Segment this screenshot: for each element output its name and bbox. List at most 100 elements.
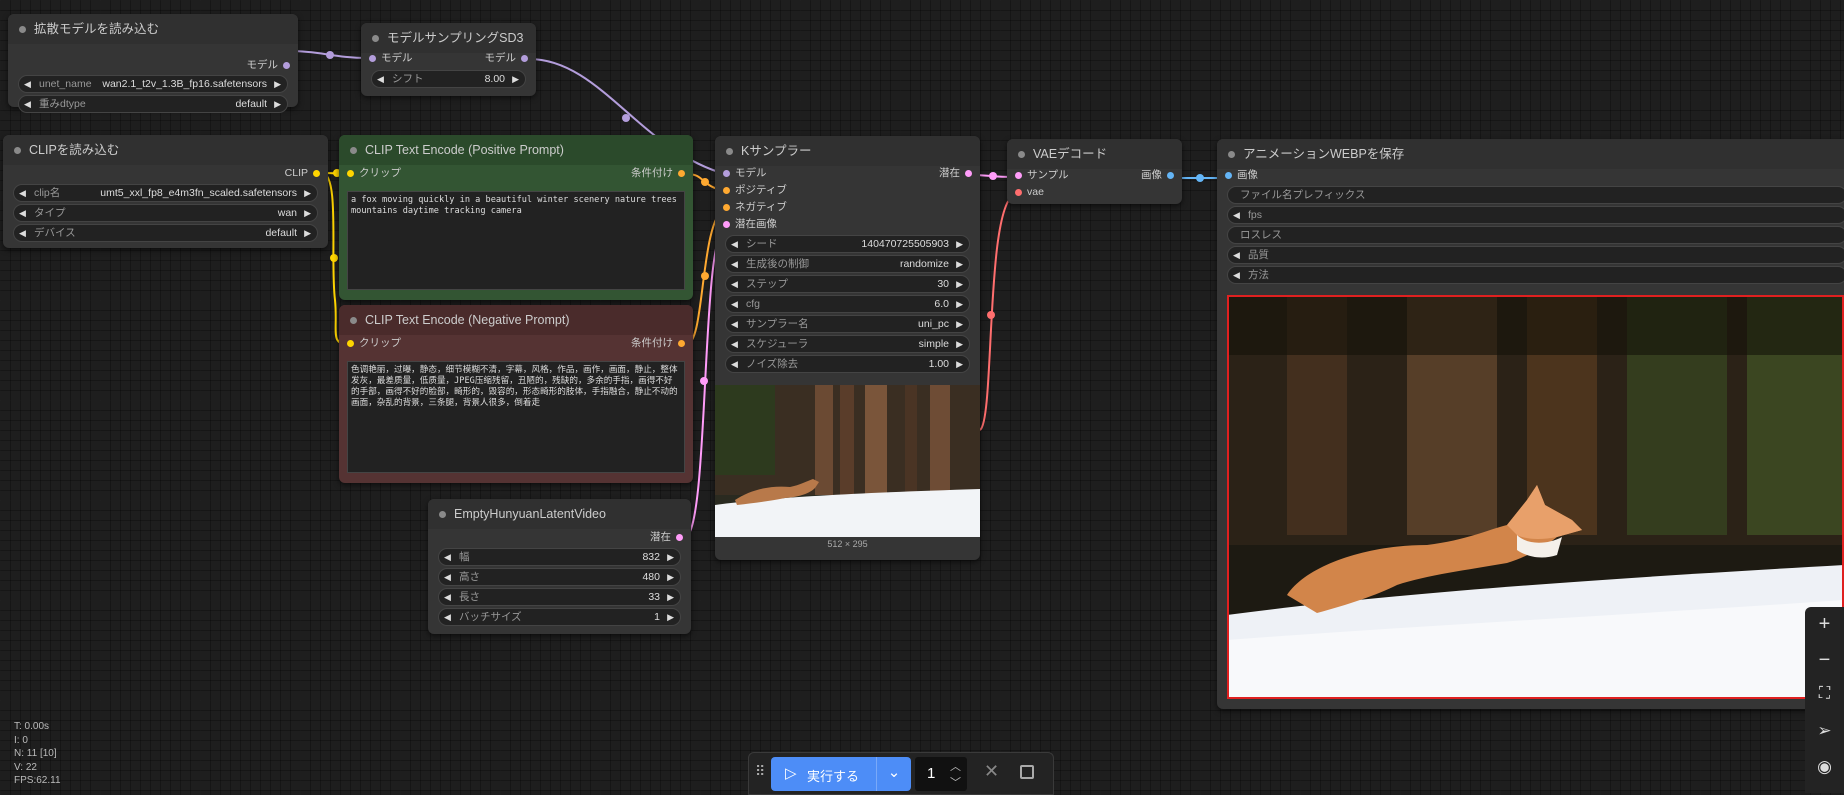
seed-widget[interactable]: ◀ シード 140470725505903 ▶ [725,235,970,253]
arrow-left-icon[interactable]: ◀ [444,549,451,565]
arrow-right-icon[interactable]: ▶ [956,276,963,292]
arrow-left-icon[interactable]: ◀ [1233,207,1240,223]
unet-name-widget[interactable]: ◀ unet_name wan2.1_t2v_1.3B_fp16.safetenso… [18,75,288,93]
filename-prefix-widget[interactable]: ファイル名プレフィックス [1227,186,1844,204]
output-conditioning[interactable]: 条件付け [631,165,685,182]
control-after-generate-widget[interactable]: ◀ 生成後の制御 randomize ▶ [725,255,970,273]
fps-widget[interactable]: ◀ fps [1227,206,1844,224]
arrow-right-icon[interactable]: ▶ [667,549,674,565]
arrow-right-icon[interactable]: ▶ [956,236,963,252]
latent-input-dot[interactable] [723,221,730,228]
arrow-left-icon[interactable]: ◀ [731,236,738,252]
arrow-left-icon[interactable]: ◀ [731,316,738,332]
length-widget[interactable]: ◀ 長さ 33 ▶ [438,588,681,606]
arrow-right-icon[interactable]: ▶ [956,256,963,272]
eye-icon[interactable]: ◉ [1805,757,1844,777]
node-clip-text-encode-negative[interactable]: CLIP Text Encode (Negative Prompt) クリップ … [339,305,693,483]
positive-prompt-textarea[interactable]: a fox moving quickly in a beautiful wint… [347,191,685,290]
arrow-left-icon[interactable]: ◀ [24,96,31,112]
method-widget[interactable]: ◀ 方法 [1227,266,1844,284]
clip-input-dot[interactable] [347,340,354,347]
lossless-widget[interactable]: ロスレス [1227,226,1844,244]
quality-widget[interactable]: ◀ 品質 [1227,246,1844,264]
node-save-animated-webp[interactable]: アニメーションWEBPを保存 画像 ファイル名プレフィックス ◀ fps ロスレス… [1217,139,1844,709]
sampler-name-widget[interactable]: ◀ サンプラー名 uni_pc ▶ [725,315,970,333]
node-title[interactable]: モデルサンプリングSD3 [361,23,536,53]
arrow-right-icon[interactable]: ▶ [956,296,963,312]
clip-input-dot[interactable] [347,170,354,177]
arrow-right-icon[interactable]: ▶ [304,205,311,221]
arrow-right-icon[interactable]: ▶ [956,336,963,352]
increment-icon[interactable]: ︿ [950,758,961,774]
negative-prompt-textarea[interactable]: 色调艳丽，过曝，静态，细节模糊不清，字幕，风格，作品，画作，画面，静止，整体发灰… [347,361,685,473]
input-model[interactable]: モデル [369,50,413,67]
arrow-left-icon[interactable]: ◀ [377,71,384,87]
node-title[interactable]: アニメーションWEBPを保存 [1217,139,1844,169]
input-vae[interactable]: vae [1015,184,1044,201]
shift-widget[interactable]: ◀ シフト 8.00 ▶ [371,70,526,88]
zoom-out-icon[interactable]: − [1805,649,1844,672]
arrow-left-icon[interactable]: ◀ [731,296,738,312]
latent-output-dot[interactable] [965,170,972,177]
device-widget[interactable]: ◀ デバイス default ▶ [13,224,318,242]
arrow-left-icon[interactable]: ◀ [731,336,738,352]
positive-input-dot[interactable] [723,187,730,194]
model-input-dot[interactable] [723,170,730,177]
dtype-widget[interactable]: ◀ 重みdtype default ▶ [18,95,288,113]
input-clip[interactable]: クリップ [347,165,401,182]
navigate-icon[interactable]: ➢ [1805,721,1844,741]
arrow-right-icon[interactable]: ▶ [274,96,281,112]
cond-output-dot[interactable] [678,170,685,177]
fit-view-icon[interactable]: ⛶ [1805,685,1844,703]
scheduler-widget[interactable]: ◀ スケジューラ simple ▶ [725,335,970,353]
node-empty-hunyuan-latent-video[interactable]: EmptyHunyuanLatentVideo 潜在 ◀ 幅 832 ▶ ◀ 高さ 480… [428,499,691,634]
input-samples[interactable]: サンプル [1015,167,1069,184]
arrow-left-icon[interactable]: ◀ [19,225,26,241]
arrow-right-icon[interactable]: ▶ [304,225,311,241]
input-positive[interactable]: ポジティブ [723,182,787,199]
arrow-left-icon[interactable]: ◀ [1233,267,1240,283]
node-title[interactable]: CLIP Text Encode (Positive Prompt) [339,135,693,165]
arrow-left-icon[interactable]: ◀ [1233,247,1240,263]
node-title[interactable]: EmptyHunyuanLatentVideo [428,499,691,529]
arrow-right-icon[interactable]: ▶ [667,589,674,605]
node-ksampler[interactable]: Kサンプラー モデル 潜在 ポジティブ ネガティブ 潜在画像 ◀ シード 14047… [715,136,980,560]
arrow-left-icon[interactable]: ◀ [731,356,738,372]
output-latent[interactable]: 潜在 [939,165,972,182]
output-model[interactable]: モデル [485,50,528,67]
input-negative[interactable]: ネガティブ [723,199,787,216]
arrow-right-icon[interactable]: ▶ [956,356,963,372]
node-title[interactable]: VAEデコード [1007,139,1182,169]
arrow-left-icon[interactable]: ◀ [444,609,451,625]
node-title[interactable]: Kサンプラー [715,136,980,166]
arrow-right-icon[interactable]: ▶ [512,71,519,87]
close-icon[interactable]: ✕ [984,761,999,782]
height-widget[interactable]: ◀ 高さ 480 ▶ [438,568,681,586]
arrow-left-icon[interactable]: ◀ [731,276,738,292]
cond-output-dot[interactable] [678,340,685,347]
image-output-dot[interactable] [1167,172,1174,179]
arrow-left-icon[interactable]: ◀ [444,589,451,605]
cfg-widget[interactable]: ◀ cfg 6.0 ▶ [725,295,970,313]
output-conditioning[interactable]: 条件付け [631,335,685,352]
input-model[interactable]: モデル [723,165,767,182]
batch-size-widget[interactable]: ◀ バッチサイズ 1 ▶ [438,608,681,626]
output-model[interactable]: モデル [247,57,290,74]
clip-name-widget[interactable]: ◀ clip名 umt5_xxl_fp8_e4m3fn_scaled.safeten… [13,184,318,202]
vae-input-dot[interactable] [1015,189,1022,196]
input-latent-image[interactable]: 潜在画像 [723,216,777,233]
drag-handle-icon[interactable]: ⠿ [755,763,765,780]
latent-output-dot[interactable] [676,534,683,541]
model-output-dot[interactable] [283,62,290,69]
output-latent[interactable]: 潜在 [650,529,683,546]
samples-input-dot[interactable] [1015,172,1022,179]
stop-icon[interactable] [1020,765,1034,779]
node-title[interactable]: 拡散モデルを読み込む [8,14,298,44]
arrow-right-icon[interactable]: ▶ [304,185,311,201]
arrow-left-icon[interactable]: ◀ [19,185,26,201]
node-model-sampling-sd3[interactable]: モデルサンプリングSD3 モデル モデル ◀ シフト 8.00 ▶ [361,23,536,96]
node-vae-decode[interactable]: VAEデコード サンプル 画像 vae [1007,139,1182,204]
batch-count-input[interactable]: 1 ︿ ﹀ [915,757,967,791]
run-button[interactable]: ▷ 実行する ⌄ [771,757,911,791]
model-output-dot[interactable] [521,55,528,62]
